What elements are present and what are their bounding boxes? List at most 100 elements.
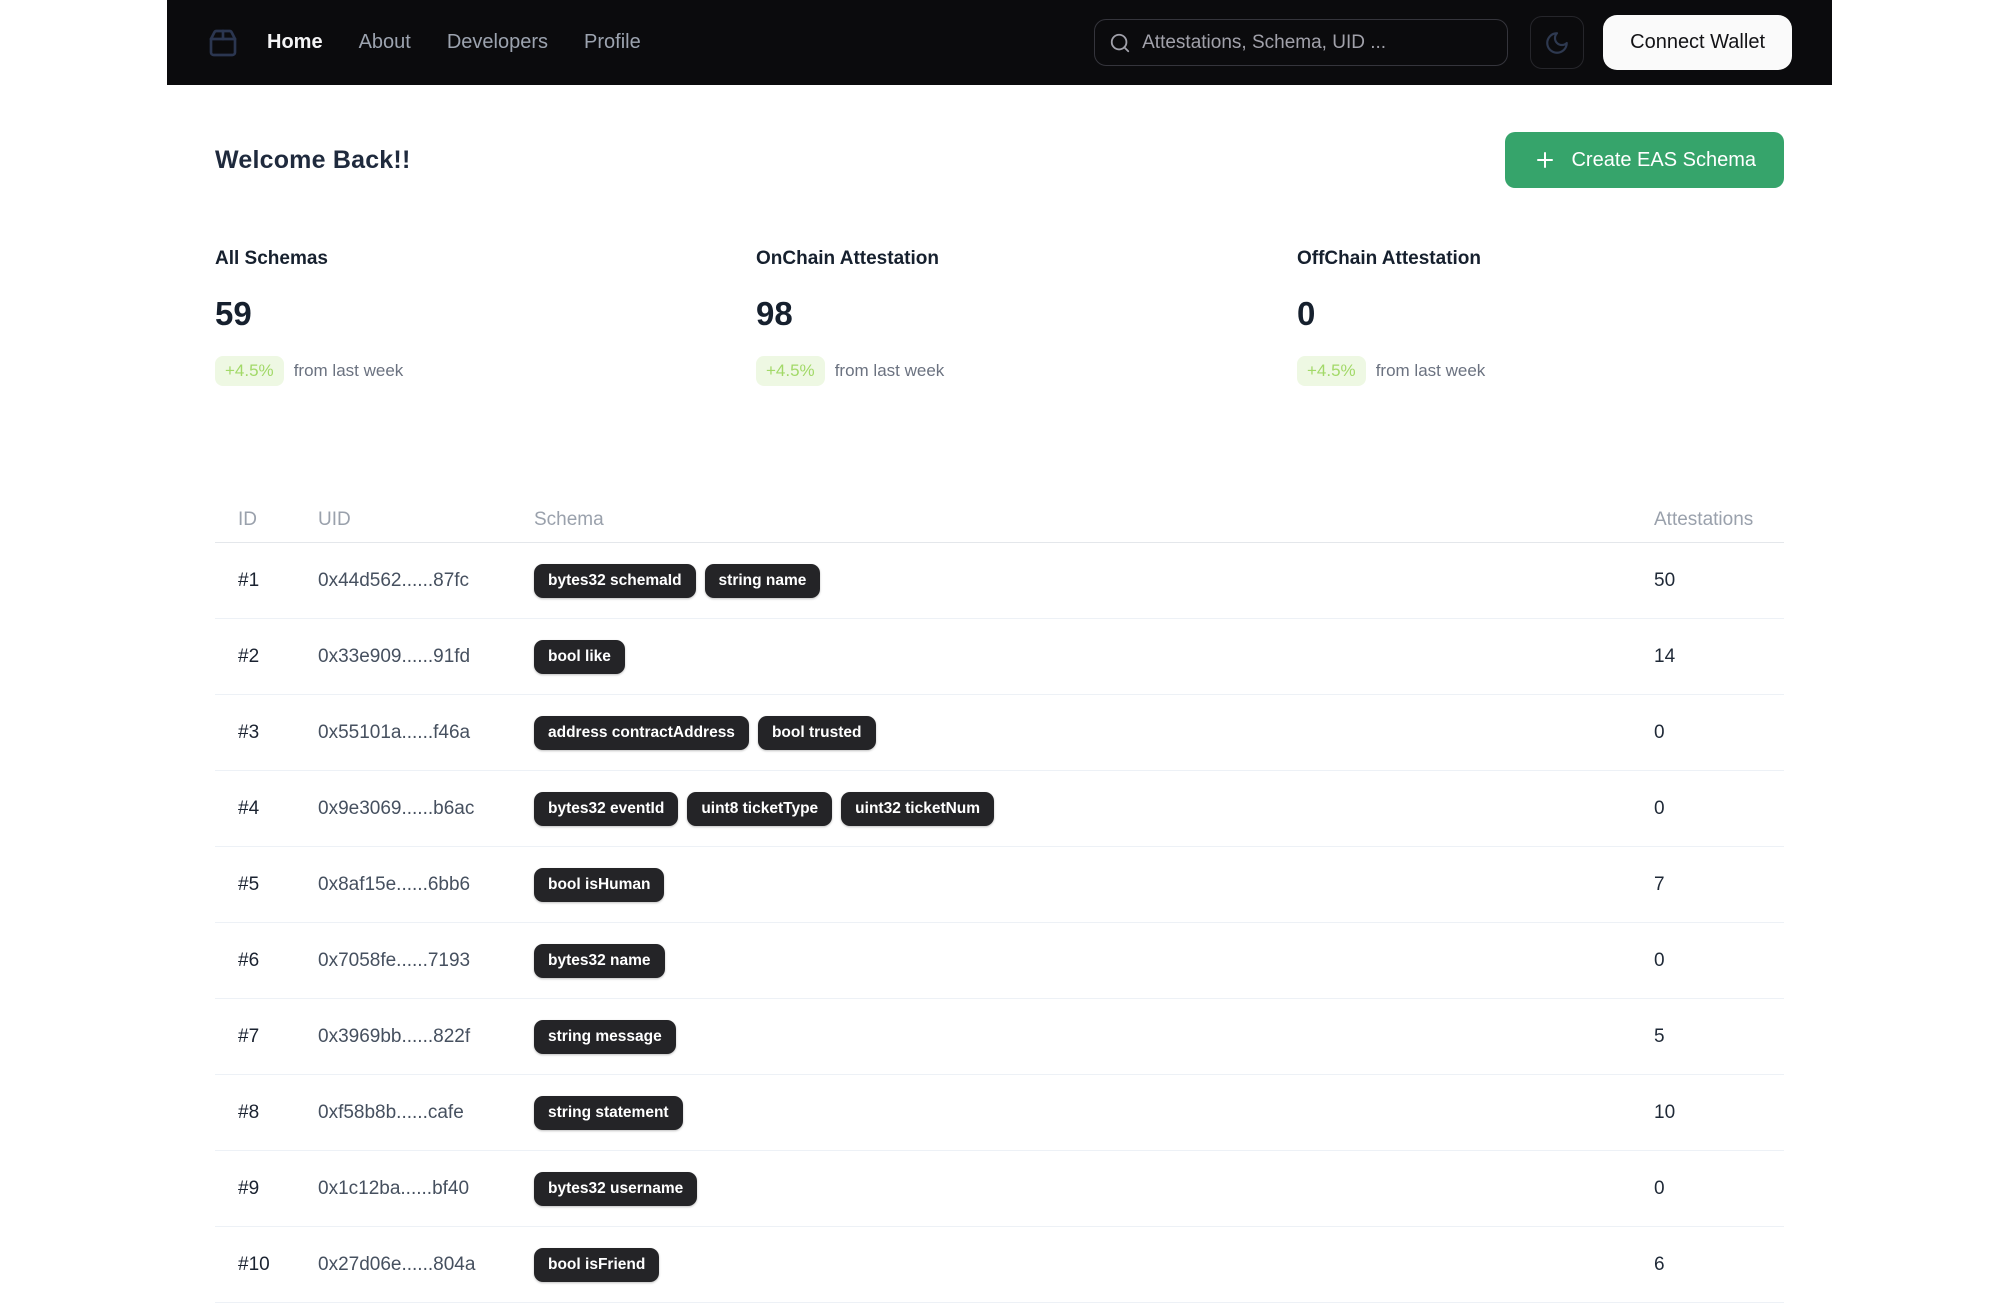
schema-badge: bool like	[534, 639, 625, 674]
nav-item-profile[interactable]: Profile	[584, 31, 641, 54]
cell-uid: 0x3969bb......822f	[318, 1025, 471, 1047]
cell-uid: 0x33e909......91fd	[318, 645, 471, 667]
cell-id: #1	[238, 569, 260, 591]
stat-label: All Schemas	[215, 248, 328, 269]
stat-label: OnChain Attestation	[756, 248, 939, 269]
table-row[interactable]: #6 0x7058fe......7193 bytes32 name 0	[215, 923, 1784, 999]
cell-id: #10	[238, 1253, 270, 1275]
cell-uid: 0x1c12ba......bf40	[318, 1177, 470, 1199]
stat-label: OffChain Attestation	[1297, 248, 1482, 269]
cell-attestations: 0	[1654, 721, 1665, 743]
cell-id: #7	[238, 1025, 260, 1047]
stat-card: OffChain Attestation 0 +4.5% from last w…	[1297, 248, 1784, 386]
schemas-table: ID UID Schema Attestations #1 0x44d562..…	[215, 498, 1784, 1303]
search-icon	[1109, 32, 1131, 54]
stat-delta-row: +4.5% from last week	[756, 356, 1243, 386]
cell-attestations: 0	[1654, 797, 1665, 819]
main-content: Welcome Back!! Create EAS Schema All Sch…	[167, 132, 1832, 1303]
schema-badge: uint32 ticketNum	[841, 791, 995, 826]
table-row[interactable]: #8 0xf58b8b......cafe string statement 1…	[215, 1075, 1784, 1151]
cell-schema: bool isHuman	[534, 867, 1654, 902]
stat-delta-badge: +4.5%	[756, 356, 825, 386]
cell-attestations: 0	[1654, 1177, 1665, 1199]
nav-item-home[interactable]: Home	[267, 31, 323, 54]
stats-section: All Schemas 59 +4.5% from last week OnCh…	[215, 248, 1784, 386]
table-row[interactable]: #3 0x55101a......f46a address contractAd…	[215, 695, 1784, 771]
schema-badge: bool isHuman	[534, 867, 665, 902]
schema-badge: bytes32 schemaId	[534, 563, 696, 598]
cell-uid: 0x8af15e......6bb6	[318, 873, 471, 895]
schema-badge: bool isFriend	[534, 1247, 660, 1282]
column-header-id: ID	[238, 509, 257, 530]
stat-card: All Schemas 59 +4.5% from last week	[215, 248, 702, 386]
welcome-row: Welcome Back!! Create EAS Schema	[215, 132, 1784, 188]
schema-badge: bytes32 name	[534, 943, 665, 978]
connect-wallet-button[interactable]: Connect Wallet	[1603, 15, 1792, 70]
create-eas-schema-button[interactable]: Create EAS Schema	[1505, 132, 1784, 188]
schema-badge: string statement	[534, 1095, 683, 1130]
main-nav: Home About Developers Profile	[267, 31, 641, 54]
cell-schema: bool isFriend	[534, 1247, 1654, 1282]
column-header-schema: Schema	[534, 509, 604, 530]
schema-badge: string message	[534, 1019, 676, 1054]
table-row[interactable]: #4 0x9e3069......b6ac bytes32 eventId uin…	[215, 771, 1784, 847]
navbar: Home About Developers Profile Connect	[167, 0, 1832, 85]
cell-schema: string message	[534, 1019, 1654, 1054]
cell-schema: bytes32 name	[534, 943, 1654, 978]
cell-id: #2	[238, 645, 260, 667]
cell-id: #8	[238, 1101, 260, 1123]
cell-schema: bytes32 username	[534, 1171, 1654, 1206]
cell-uid: 0x9e3069......b6ac	[318, 797, 475, 819]
cell-schema: string statement	[534, 1095, 1654, 1130]
stat-delta-suffix: from last week	[293, 361, 404, 380]
stat-delta-row: +4.5% from last week	[215, 356, 702, 386]
table-row[interactable]: #9 0x1c12ba......bf40 bytes32 username 0	[215, 1151, 1784, 1227]
cell-schema: address contractAddress bool trusted	[534, 715, 1654, 750]
search-box	[1094, 19, 1509, 66]
table-row[interactable]: #7 0x3969bb......822f string message 5	[215, 999, 1784, 1075]
stat-card: OnChain Attestation 98 +4.5% from last w…	[756, 248, 1243, 386]
cell-uid: 0x55101a......f46a	[318, 721, 471, 743]
column-header-attestations: Attestations	[1654, 509, 1754, 530]
cell-attestations: 50	[1654, 569, 1676, 591]
cell-schema: bytes32 schemaId string name	[534, 563, 1654, 598]
cell-attestations: 10	[1654, 1101, 1676, 1123]
stat-delta-suffix: from last week	[1375, 361, 1486, 380]
nav-item-developers[interactable]: Developers	[447, 31, 548, 54]
nav-item-about[interactable]: About	[359, 31, 411, 54]
table-row[interactable]: #2 0x33e909......91fd bool like 14	[215, 619, 1784, 695]
search-input[interactable]	[1142, 31, 1494, 54]
stat-value: 0	[1297, 295, 1316, 332]
schema-badge: uint8 ticketType	[687, 791, 833, 826]
schema-badge: address contractAddress	[534, 715, 749, 750]
cell-id: #5	[238, 873, 260, 895]
cell-attestations: 0	[1654, 949, 1665, 971]
stat-value: 98	[756, 295, 793, 332]
cell-id: #3	[238, 721, 260, 743]
cell-attestations: 6	[1654, 1253, 1665, 1275]
table-row[interactable]: #5 0x8af15e......6bb6 bool isHuman 7	[215, 847, 1784, 923]
stat-delta-badge: +4.5%	[1297, 356, 1366, 386]
cell-attestations: 14	[1654, 645, 1676, 667]
schema-badge: bytes32 eventId	[534, 791, 679, 826]
table-row[interactable]: #10 0x27d06e......804a bool isFriend 6	[215, 1227, 1784, 1303]
cell-schema: bytes32 eventId uint8 ticketType uint32 ti…	[534, 791, 1654, 826]
create-eas-schema-label: Create EAS Schema	[1571, 148, 1756, 171]
cell-uid: 0xf58b8b......cafe	[318, 1101, 464, 1123]
column-header-uid: UID	[318, 509, 351, 530]
cell-uid: 0x7058fe......7193	[318, 949, 471, 971]
page: Home About Developers Profile Connect	[0, 0, 1999, 1307]
cell-attestations: 5	[1654, 1025, 1665, 1047]
package-icon[interactable]	[207, 27, 239, 59]
cell-id: #9	[238, 1177, 260, 1199]
page-title: Welcome Back!!	[215, 145, 411, 174]
table-row[interactable]: #1 0x44d562......87fc bytes32 schemaId st…	[215, 543, 1784, 619]
table-header-row: ID UID Schema Attestations	[215, 498, 1784, 543]
table-body: #1 0x44d562......87fc bytes32 schemaId st…	[215, 543, 1784, 1303]
plus-icon	[1533, 148, 1557, 172]
stat-delta-suffix: from last week	[834, 361, 945, 380]
stat-value: 59	[215, 295, 252, 332]
cell-id: #6	[238, 949, 260, 971]
theme-toggle-button[interactable]	[1530, 16, 1585, 69]
stat-delta-row: +4.5% from last week	[1297, 356, 1784, 386]
